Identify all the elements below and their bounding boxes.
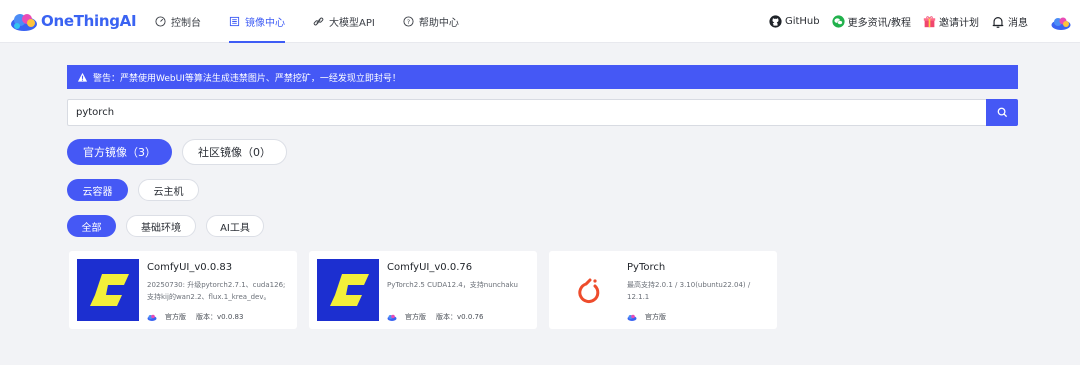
card-badge: 官方版 [645,313,666,321]
github-label: GitHub [784,16,820,27]
invite-label: 邀请计划 [939,18,979,29]
brand-logo[interactable]: OneThingAI [9,8,137,34]
card-description: PyTorch2.5 CUDA12.4，支持nunchaku [387,281,518,289]
card-footer: 官方版 版本：v0.0.83 [147,312,243,322]
official-cloud-icon [147,314,157,321]
tab-cloud-container[interactable]: 云容器 [67,179,128,201]
card-title: ComfyUI_v0.0.76 [387,262,473,273]
search-bar [67,99,1018,126]
image-card[interactable]: PyTorch 最高支持2.0.1 / 3.10(ubuntu22.04) / … [549,251,777,329]
card-version: 版本：v0.0.83 [196,313,244,321]
svg-text:?: ? [407,18,410,26]
card-description: 最高支持2.0.1 / 3.10(ubuntu22.04) / 12.1.1 [627,281,751,301]
nav-item-help[interactable]: ? 帮助中心 [403,0,459,43]
user-avatar-icon[interactable] [1050,13,1072,31]
filter-all[interactable]: 全部 [67,215,116,237]
search-button[interactable] [986,99,1018,126]
warning-text: 警告：严禁使用WebUI等算法生成违禁图片、严禁挖矿，一经发现立即封号！ [93,73,401,84]
search-icon [997,107,1007,118]
comfyui-logo-icon [317,259,379,321]
top-header: OneThingAI 控制台 镜像中心 大模型API ? 帮助中心 GitHub… [0,0,1080,43]
help-icon: ? [403,16,414,27]
nav-item-image-center[interactable]: 镜像中心 [229,0,285,43]
warning-banner: 警告：严禁使用WebUI等算法生成违禁图片、严禁挖矿，一经发现立即封号！ [67,65,1018,89]
warning-icon [77,72,88,82]
github-link[interactable]: GitHub [769,15,820,28]
messages-link[interactable]: 消息 [991,14,1028,29]
official-cloud-icon [627,314,637,321]
card-title: ComfyUI_v0.0.83 [147,262,233,273]
comfyui-logo-icon [77,259,139,321]
more-info-link[interactable]: 更多资讯/教程 [832,14,911,29]
bell-icon [992,16,1004,28]
nav-item-label: 帮助中心 [418,18,459,29]
card-badge: 官方版 [165,313,186,321]
dashboard-icon [155,16,166,27]
brand-name: OneThingAI [41,12,137,30]
pytorch-logo-icon [557,259,619,321]
image-list-icon [229,16,240,27]
card-version: 版本：v0.0.76 [436,313,484,321]
tab-cloud-host[interactable]: 云主机 [138,179,199,201]
filter-ai-tools[interactable]: AI工具 [206,215,264,237]
nav-item-console[interactable]: 控制台 [155,0,201,43]
official-cloud-icon [387,314,397,321]
tab-community-images[interactable]: 社区镜像（0） [182,139,287,165]
more-info-label: 更多资讯/教程 [847,18,911,29]
nav-item-label: 控制台 [171,18,201,29]
card-footer: 官方版 [627,312,666,322]
nav-item-label: 镜像中心 [245,18,285,29]
card-badge: 官方版 [405,313,426,321]
card-title: PyTorch [627,262,666,273]
main-nav: 控制台 镜像中心 大模型API ? 帮助中心 [155,0,487,43]
filter-base-env[interactable]: 基础环境 [126,215,196,237]
invite-link[interactable]: 邀请计划 [923,14,979,29]
nav-item-label: 大模型API [329,18,375,29]
cloud-logo-icon [11,14,37,31]
search-input[interactable] [68,100,986,125]
image-card[interactable]: ComfyUI_v0.0.83 20250730: 升级pytorch2.7.1… [69,251,297,329]
card-description: 20250730: 升级pytorch2.7.1、cuda126; 支持kij的… [147,281,286,301]
card-footer: 官方版 版本：v0.0.76 [387,312,483,322]
nav-item-llm-api[interactable]: 大模型API [313,0,375,43]
image-card[interactable]: ComfyUI_v0.0.76 PyTorch2.5 CUDA12.4，支持nu… [309,251,537,329]
github-icon [769,15,782,28]
messages-label: 消息 [1008,18,1028,29]
wechat-icon [832,15,845,28]
link-icon [313,17,324,26]
tab-official-images[interactable]: 官方镜像（3） [67,139,172,165]
gift-icon [923,16,936,28]
header-right-nav: GitHub 更多资讯/教程 邀请计划 消息 [769,0,1080,43]
